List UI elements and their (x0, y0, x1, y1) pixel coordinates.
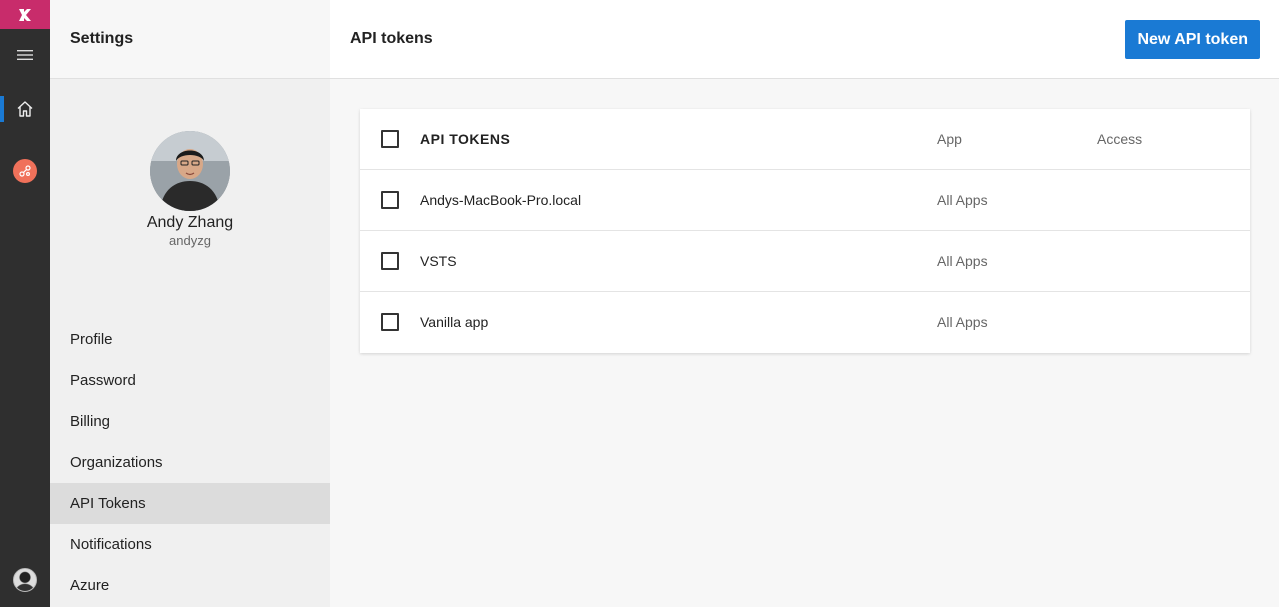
main-content: API tokens New API token API TOKENS App … (330, 0, 1279, 607)
page-title: API tokens (350, 30, 433, 47)
sidebar-item-azure[interactable]: Azure (50, 565, 330, 606)
profile-name: Andy Zhang (146, 214, 234, 231)
table-row[interactable]: Andys-MacBook-Pro.local All Apps (360, 170, 1250, 231)
app-rail (0, 0, 50, 607)
token-app: All Apps (937, 192, 988, 208)
sidebar-item-notifications[interactable]: Notifications (50, 524, 330, 565)
sidebar-item-api-tokens[interactable]: API Tokens (50, 483, 330, 524)
sidebar-title: Settings (50, 0, 330, 79)
row-checkbox[interactable] (381, 252, 399, 270)
settings-sidebar: Settings Andy Zhang andyzg Profile Passw… (50, 0, 330, 607)
profile-handle: andyzg (169, 233, 211, 248)
token-name: Andys-MacBook-Pro.local (420, 192, 582, 208)
new-api-token-button[interactable]: New API token (1125, 20, 1260, 59)
api-tokens-table: API TOKENS App Access Andys-MacBook-Pro.… (360, 109, 1250, 353)
home-icon[interactable] (0, 94, 50, 124)
avatar[interactable] (150, 131, 230, 211)
graph-nodes-badge (13, 159, 37, 183)
row-checkbox[interactable] (381, 313, 399, 331)
sidebar-item-organizations[interactable]: Organizations (50, 442, 330, 483)
table-header-row: API TOKENS App Access (360, 109, 1250, 170)
sidebar-item-password[interactable]: Password (50, 360, 330, 401)
vs-logo-icon[interactable] (0, 0, 50, 29)
row-checkbox[interactable] (381, 191, 399, 209)
hamburger-menu-icon[interactable] (0, 40, 50, 70)
column-header-app[interactable]: App (937, 131, 962, 147)
token-name: Vanilla app (420, 314, 489, 330)
user-avatar-icon[interactable] (0, 565, 50, 595)
settings-nav: Profile Password Billing Organizations A… (50, 319, 330, 606)
sidebar-item-profile[interactable]: Profile (50, 319, 330, 360)
column-header-tokens[interactable]: API TOKENS (420, 131, 510, 147)
token-app: All Apps (937, 314, 988, 330)
table-row[interactable]: VSTS All Apps (360, 231, 1250, 292)
token-name: VSTS (420, 253, 457, 269)
graph-nodes-icon[interactable] (0, 156, 50, 186)
main-header: API tokens New API token (330, 0, 1279, 79)
sidebar-item-billing[interactable]: Billing (50, 401, 330, 442)
column-header-access[interactable]: Access (1097, 131, 1142, 147)
token-app: All Apps (937, 253, 988, 269)
profile-card: Andy Zhang andyzg (50, 131, 330, 250)
rail-avatar (13, 568, 37, 592)
table-row[interactable]: Vanilla app All Apps (360, 292, 1250, 353)
select-all-checkbox[interactable] (381, 130, 399, 148)
